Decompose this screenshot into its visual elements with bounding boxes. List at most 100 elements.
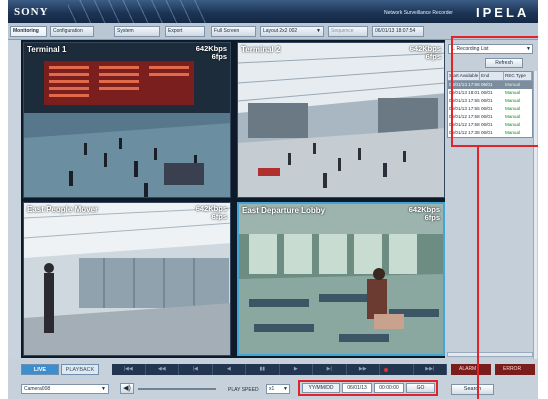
play-speed-value: x1: [269, 386, 275, 392]
camera-name: Terminal 2: [241, 45, 281, 54]
skip-forward-icon[interactable]: ▶▶|: [414, 364, 447, 375]
row-rec-type: Manual: [505, 106, 521, 111]
recording-table-body: 06/01/13 17:56 06/01 Manual 06/01/13 18:01 0…: [448, 81, 532, 137]
skip-back-icon[interactable]: |◀◀: [112, 364, 146, 375]
chevron-down-icon: ▼: [101, 386, 106, 392]
row-start: 06/01/12 17:38: [449, 130, 480, 135]
play-speed-select[interactable]: x1 ▼: [266, 384, 290, 394]
record-icon: [384, 368, 388, 372]
column-header-start[interactable]: Start Available: [448, 72, 480, 80]
camera-fps: 6fps: [211, 212, 227, 221]
sony-logo: SONY: [14, 6, 49, 18]
east-departure-lobby-video-frame: [239, 204, 443, 354]
column-header-end[interactable]: End: [480, 72, 504, 80]
row-end: 06/01: [481, 90, 493, 95]
camera-grid: Terminal 1 642Kbps 6fps Terminal 2 642Kb…: [21, 40, 447, 358]
recording-row[interactable]: 06/01/12 17:58 06/01 Manual: [448, 113, 532, 121]
search-time-field[interactable]: 00:00:00: [374, 383, 404, 393]
pause-icon[interactable]: ▮▮: [246, 364, 280, 375]
row-start: 06/01/13 17:55: [449, 106, 480, 111]
recording-row[interactable]: 06/01/13 17:55 06/01 Manual: [448, 97, 532, 105]
camera-stats: 642Kbps 6fps: [409, 206, 440, 222]
system-tab[interactable]: System: [114, 26, 160, 37]
camera-select-value: Camera008: [24, 386, 51, 392]
camera-view-east-people-mover[interactable]: East People Mover 642Kbps 6fps: [23, 202, 231, 356]
recording-list-scrollbar[interactable]: [533, 71, 537, 371]
play-speed-label: PLAY SPEED: [228, 387, 259, 393]
camera-fps: 6fps: [211, 52, 227, 61]
camera-name: East People Mover: [27, 205, 99, 214]
layout-select[interactable]: Layout 2x2 002 ▼: [260, 26, 324, 37]
recording-row[interactable]: 06/01/13 18:01 06/01 Manual: [448, 89, 532, 97]
camera-stats: 642Kbps 6fps: [196, 45, 227, 61]
row-end: 06/01: [481, 122, 493, 127]
camera-select[interactable]: Camera008 ▼: [21, 384, 109, 394]
playback-button[interactable]: PLAYBACK: [61, 364, 99, 375]
monitoring-tab[interactable]: Monitoring: [10, 26, 47, 37]
go-button[interactable]: GO: [406, 383, 435, 393]
recording-list-panel: 1. Recording List ▼ Refresh Start Availa…: [445, 40, 538, 371]
refresh-button[interactable]: Refresh: [485, 58, 523, 68]
fast-forward-icon[interactable]: ▶▶: [347, 364, 380, 375]
camera-fps: 6fps: [424, 213, 440, 222]
error-indicator[interactable]: ERROR: [495, 364, 535, 375]
layout-select-value: Layout 2x2 002: [263, 28, 298, 34]
nsr-app-window: SONY Network Surveillance Recorder IPELA…: [8, 0, 538, 399]
search-button[interactable]: Search: [451, 384, 494, 395]
recording-row[interactable]: 06/01/12 17:58 06/01 Manual: [448, 121, 532, 129]
camera-stats: 642Kbps 6fps: [196, 205, 227, 221]
step-forward-icon[interactable]: ▶|: [313, 364, 347, 375]
recording-row[interactable]: 06/01/13 17:56 06/01 Manual: [448, 81, 532, 89]
row-rec-type: Manual: [505, 82, 521, 87]
chevron-down-icon: ▼: [316, 28, 321, 34]
recording-list-horizontal-scrollbar[interactable]: [447, 352, 533, 357]
camera-name: East Departure Lobby: [242, 206, 326, 215]
row-end: 06/01: [481, 106, 493, 111]
row-start: 06/01/12 17:58: [449, 122, 480, 127]
transport-bar: |◀◀ ◀◀ |◀ ◀ ▮▮ ▶ ▶| ▶▶ ▶▶|: [112, 364, 447, 375]
date-format-label: YY/MM/DD: [302, 383, 340, 393]
search-date-field[interactable]: 06/01/13: [342, 383, 372, 393]
play-icon[interactable]: ▶: [280, 364, 313, 375]
configuration-tab[interactable]: Configuration: [50, 26, 94, 37]
terminal-1-video-frame: [24, 43, 230, 197]
row-start: 06/01/13 17:56: [449, 82, 480, 87]
row-start: 06/01/13 18:01: [449, 90, 480, 95]
alarm-indicator[interactable]: ALARM: [451, 364, 491, 375]
export-button[interactable]: Export: [165, 26, 205, 37]
full-screen-button[interactable]: Full Screen: [211, 26, 256, 37]
camera-view-terminal-2[interactable]: Terminal 2 642Kbps 6fps: [237, 42, 445, 198]
ipela-logo: IPELA: [476, 5, 530, 20]
recording-table: Start Available End REC Type 06/01/13 17…: [447, 71, 533, 138]
east-people-mover-video-frame: [24, 203, 230, 355]
chevron-down-icon: ▼: [283, 386, 288, 392]
live-button[interactable]: LIVE: [21, 364, 59, 375]
rewind-icon[interactable]: ◀◀: [146, 364, 179, 375]
terminal-2-video-frame: [238, 43, 444, 197]
row-end: 06/01: [481, 98, 493, 103]
recording-row[interactable]: 06/01/12 17:38 06/01 Manual: [448, 129, 532, 137]
product-name: Network Surveillance Recorder: [384, 10, 453, 16]
chevron-down-icon: ▼: [526, 46, 531, 52]
row-start: 06/01/12 17:58: [449, 114, 480, 119]
recording-row[interactable]: 06/01/13 17:55 06/01 Manual: [448, 105, 532, 113]
playback-controls: LIVE PLAYBACK |◀◀ ◀◀ |◀ ◀ ▮▮ ▶ ▶| ▶▶ ▶▶|…: [8, 359, 538, 399]
callout-line: [477, 147, 479, 399]
camera-view-east-departure-lobby[interactable]: East Departure Lobby 642Kbps 6fps: [237, 202, 445, 356]
row-rec-type: Manual: [505, 114, 521, 119]
volume-slider[interactable]: [138, 388, 216, 390]
row-rec-type: Manual: [505, 130, 521, 135]
step-back-icon[interactable]: |◀: [179, 364, 213, 375]
row-end: 06/01: [481, 82, 493, 87]
main-toolbar: Monitoring Configuration System Export F…: [8, 23, 538, 40]
row-start: 06/01/13 17:55: [449, 98, 480, 103]
column-header-rec-type[interactable]: REC Type: [504, 72, 532, 80]
recording-list-select-value: 1. Recording List: [451, 46, 489, 52]
recording-list-select[interactable]: 1. Recording List ▼: [448, 44, 533, 54]
speaker-icon[interactable]: ◀): [120, 383, 134, 394]
row-rec-type: Manual: [505, 122, 521, 127]
reverse-play-icon[interactable]: ◀: [213, 364, 246, 375]
sequence-button[interactable]: Sequence: [328, 26, 368, 37]
header-decoration: [68, 0, 208, 23]
camera-view-terminal-1[interactable]: Terminal 1 642Kbps 6fps: [23, 42, 231, 198]
